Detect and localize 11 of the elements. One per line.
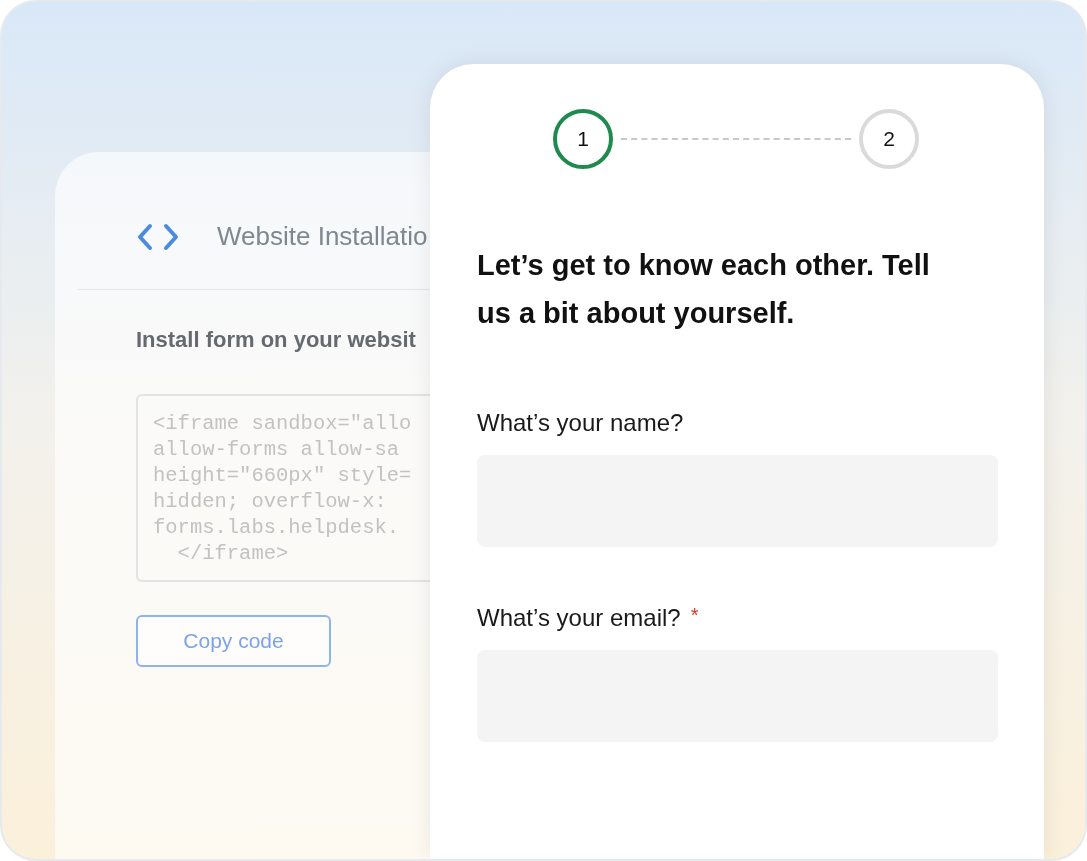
step-indicator: 2 — [859, 109, 919, 169]
field-label: What’s your name? — [477, 408, 684, 438]
step-indicator: 1 — [553, 109, 613, 169]
panel-title: Website Installatio — [217, 220, 428, 253]
section-heading: Install form on your websit — [136, 326, 417, 354]
copy-code-button[interactable]: Copy code — [136, 615, 331, 667]
required-mark: * — [690, 603, 699, 628]
field-label: What’s your email? — [477, 603, 681, 633]
code-icon — [136, 222, 180, 251]
embed-code: <iframe sandbox="allo allow-forms allow-sa height="660px" style= hidden; overflow-x: forms.labs.helpdesk. </iframe> — [153, 411, 413, 567]
form-heading: Let’s get to know each other. Tell us a bit about yourself. — [477, 248, 931, 331]
